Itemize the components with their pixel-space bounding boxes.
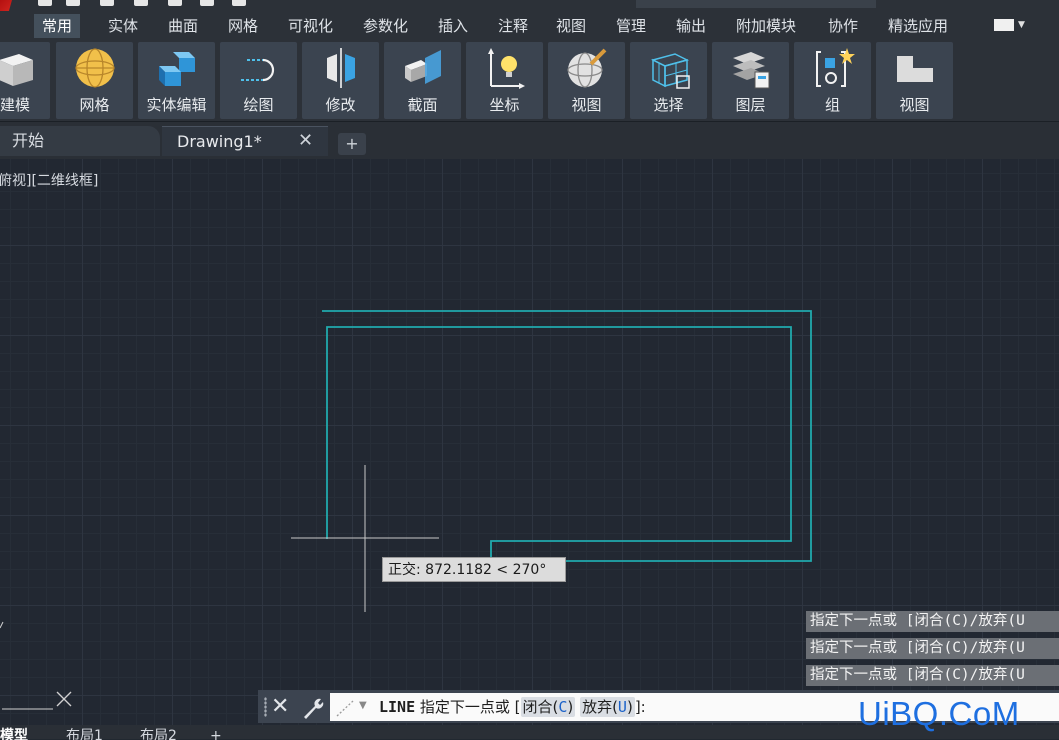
command-prompt-suffix: ]:: [634, 698, 646, 716]
ortho-tooltip: 正交: 872.1182 < 270°: [382, 557, 566, 582]
command-pen-icon: [336, 700, 354, 717]
command-prompt-text: 指定下一点或 [: [419, 698, 521, 716]
option-close[interactable]: 闭合(C): [520, 697, 576, 717]
command-prompt: LINE 指定下一点或 [闭合(C) 放弃(U)]:: [379, 693, 646, 721]
command-history-line: 指定下一点或 [闭合(C)/放弃(U: [806, 611, 1059, 632]
watermark-text: UiBQ.CoM: [858, 695, 1020, 732]
wrench-icon[interactable]: [300, 695, 326, 721]
ucs-axis-icon: [0, 621, 72, 710]
command-name: LINE: [379, 698, 416, 716]
command-history-line: 指定下一点或 [闭合(C)/放弃(U: [806, 665, 1059, 686]
crosshair-cursor: [291, 465, 439, 612]
add-layout-button[interactable]: +: [210, 726, 222, 740]
tab-model[interactable]: 模型: [0, 726, 28, 740]
drawn-polyline[interactable]: [322, 310, 812, 562]
command-history-line: 指定下一点或 [闭合(C)/放弃(U: [806, 638, 1059, 659]
drag-handle-icon[interactable]: [264, 697, 267, 717]
tab-layout1[interactable]: 布局1: [66, 726, 103, 740]
close-command-line-icon[interactable]: ✕: [271, 694, 289, 720]
recent-commands-dropdown-icon[interactable]: ▼: [359, 700, 367, 711]
tab-layout2[interactable]: 布局2: [140, 726, 177, 740]
option-undo[interactable]: 放弃(U): [580, 697, 635, 717]
